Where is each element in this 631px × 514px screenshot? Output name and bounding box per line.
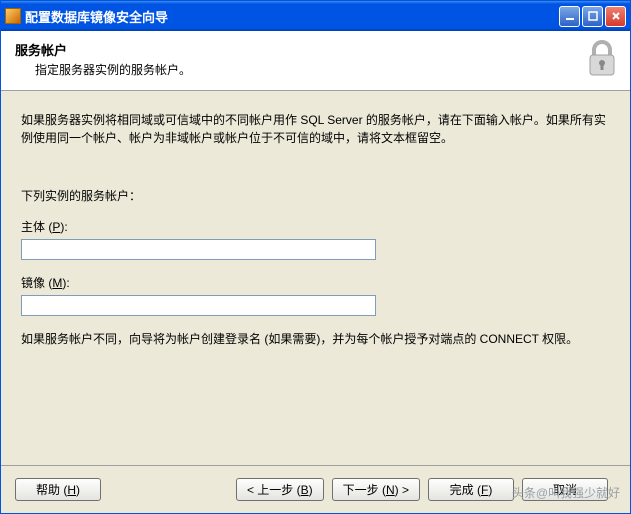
header-text: 服务帐户 指定服务器实例的服务帐户。 bbox=[15, 40, 616, 78]
wizard-window: 配置数据库镜像安全向导 服务帐户 指定服务器实例的服务帐户。 如果服务器实例将相… bbox=[0, 0, 631, 514]
mirror-label-post: ): bbox=[62, 276, 69, 290]
help-button[interactable]: 帮助 (H) bbox=[15, 478, 101, 501]
app-icon bbox=[5, 8, 21, 24]
maximize-icon bbox=[588, 11, 598, 21]
close-icon bbox=[611, 11, 621, 21]
maximize-button[interactable] bbox=[582, 6, 603, 27]
window-controls bbox=[559, 6, 626, 27]
mirror-input[interactable] bbox=[21, 295, 376, 316]
close-button[interactable] bbox=[605, 6, 626, 27]
page-subtitle: 指定服务器实例的服务帐户。 bbox=[35, 61, 616, 78]
principal-label-pre: 主体 ( bbox=[21, 220, 52, 234]
window-title: 配置数据库镜像安全向导 bbox=[25, 7, 559, 26]
section-label: 下列实例的服务帐户： bbox=[21, 187, 610, 204]
next-button[interactable]: 下一步 (N) > bbox=[332, 478, 420, 501]
principal-input[interactable] bbox=[21, 239, 376, 260]
wizard-content: 如果服务器实例将相同域或可信域中的不同帐户用作 SQL Server 的服务帐户… bbox=[1, 91, 630, 465]
wizard-header: 服务帐户 指定服务器实例的服务帐户。 bbox=[1, 31, 630, 91]
cancel-button[interactable]: 取消 bbox=[522, 478, 608, 501]
button-bar: 帮助 (H) < 上一步 (B) 下一步 (N) > 完成 (F) 取消 头条@… bbox=[1, 465, 630, 513]
principal-label-post: ): bbox=[60, 220, 67, 234]
principal-label: 主体 (P): bbox=[21, 218, 610, 235]
lock-icon bbox=[584, 39, 620, 79]
description-text: 如果服务器实例将相同域或可信域中的不同帐户用作 SQL Server 的服务帐户… bbox=[21, 111, 610, 147]
titlebar: 配置数据库镜像安全向导 bbox=[1, 1, 630, 31]
back-button[interactable]: < 上一步 (B) bbox=[236, 478, 324, 501]
page-title: 服务帐户 bbox=[15, 40, 616, 59]
minimize-icon bbox=[565, 11, 575, 21]
mirror-label-key: M bbox=[52, 276, 62, 290]
minimize-button[interactable] bbox=[559, 6, 580, 27]
mirror-label: 镜像 (M): bbox=[21, 274, 610, 291]
finish-button[interactable]: 完成 (F) bbox=[428, 478, 514, 501]
mirror-label-pre: 镜像 ( bbox=[21, 276, 52, 290]
note-text: 如果服务帐户不同，向导将为帐户创建登录名 (如果需要)，并为每个帐户授予对端点的… bbox=[21, 330, 610, 348]
